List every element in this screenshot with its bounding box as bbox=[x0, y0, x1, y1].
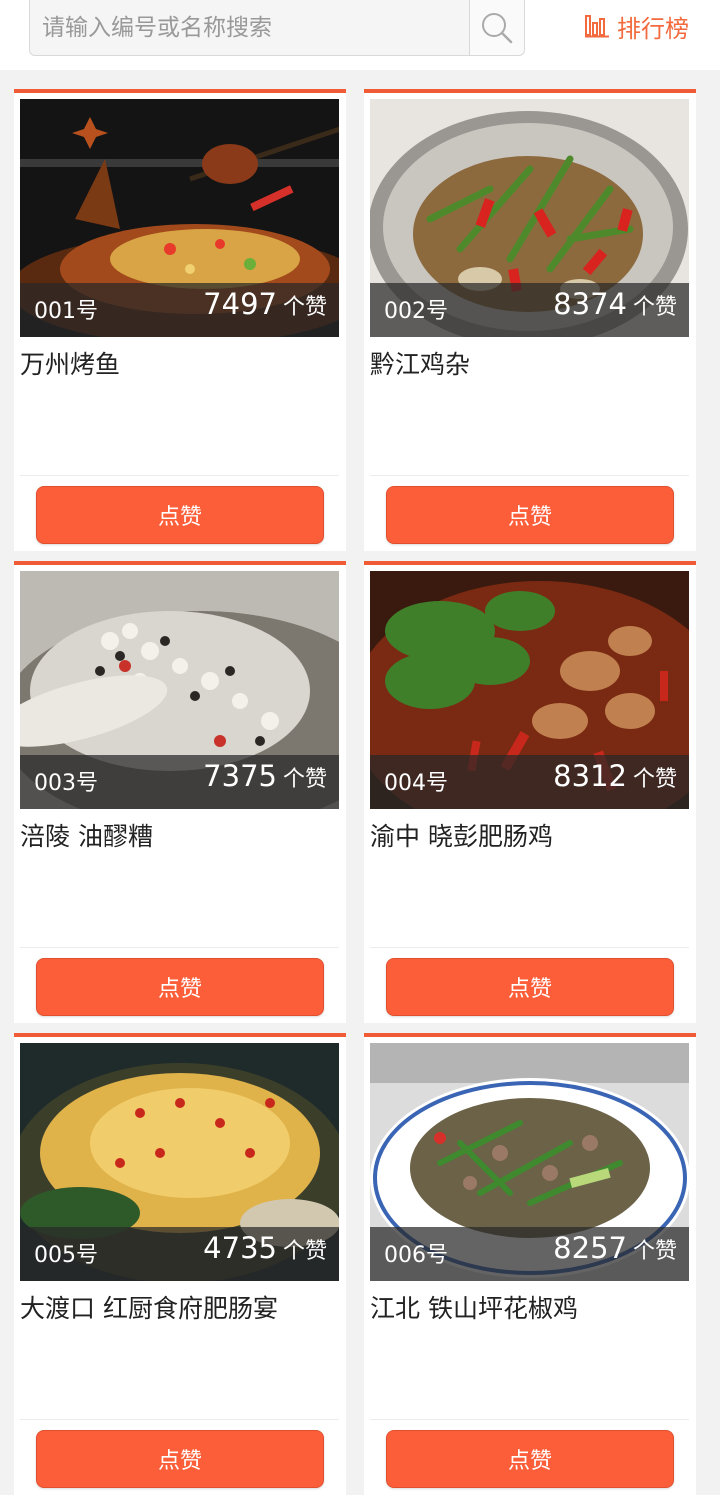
dish-photo[interactable]: 004号 8312 个赞 bbox=[370, 571, 689, 809]
dish-name[interactable]: 大渡口 红厨食府肥肠宴 bbox=[20, 1289, 278, 1325]
like-unit: 个赞 bbox=[632, 1239, 677, 1264]
item-number: 002号 bbox=[384, 299, 448, 324]
like-button[interactable]: 点赞 bbox=[386, 958, 674, 1016]
dish-card: 001号 7497 个赞 万州烤鱼 点赞 bbox=[14, 89, 346, 551]
dish-card: 004号 8312 个赞 渝中 晓彭肥肠鸡 点赞 bbox=[364, 561, 696, 1023]
like-count: 4735 个赞 bbox=[203, 1231, 327, 1265]
photo-caption: 006号 8257 个赞 bbox=[370, 1227, 689, 1281]
like-button[interactable]: 点赞 bbox=[36, 1430, 324, 1488]
divider bbox=[20, 1419, 339, 1420]
divider bbox=[20, 475, 339, 476]
like-count-value: 4735 bbox=[203, 1231, 277, 1265]
like-unit: 个赞 bbox=[282, 295, 327, 320]
dish-photo[interactable]: 003号 7375 个赞 bbox=[20, 571, 339, 809]
item-number: 006号 bbox=[384, 1243, 448, 1268]
photo-caption: 001号 7497 个赞 bbox=[20, 283, 339, 337]
photo-caption: 004号 8312 个赞 bbox=[370, 755, 689, 809]
divider bbox=[20, 947, 339, 948]
like-count-value: 7375 bbox=[203, 759, 277, 793]
like-button[interactable]: 点赞 bbox=[36, 486, 324, 544]
search-input[interactable] bbox=[30, 0, 470, 55]
item-number: 004号 bbox=[384, 771, 448, 796]
like-count: 7497 个赞 bbox=[203, 287, 327, 321]
like-unit: 个赞 bbox=[282, 1239, 327, 1264]
search-box bbox=[29, 0, 525, 56]
dish-name[interactable]: 万州烤鱼 bbox=[20, 345, 120, 381]
divider bbox=[370, 475, 689, 476]
like-count: 8257 个赞 bbox=[553, 1231, 677, 1265]
photo-caption: 002号 8374 个赞 bbox=[370, 283, 689, 337]
item-number: 005号 bbox=[34, 1243, 98, 1268]
like-unit: 个赞 bbox=[282, 767, 327, 792]
dish-name[interactable]: 渝中 晓彭肥肠鸡 bbox=[370, 817, 553, 853]
item-number: 003号 bbox=[34, 771, 98, 796]
search-icon bbox=[482, 12, 513, 43]
dish-card: 005号 4735 个赞 大渡口 红厨食府肥肠宴 点赞 bbox=[14, 1033, 346, 1495]
like-button[interactable]: 点赞 bbox=[386, 486, 674, 544]
search-button[interactable] bbox=[469, 0, 524, 55]
dish-name[interactable]: 涪陵 油醪糟 bbox=[20, 817, 153, 853]
item-number: 001号 bbox=[34, 299, 98, 324]
dish-card: 002号 8374 个赞 黔江鸡杂 点赞 bbox=[364, 89, 696, 551]
photo-caption: 005号 4735 个赞 bbox=[20, 1227, 339, 1281]
dish-card: 006号 8257 个赞 江北 铁山坪花椒鸡 点赞 bbox=[364, 1033, 696, 1495]
like-unit: 个赞 bbox=[632, 767, 677, 792]
divider bbox=[370, 947, 689, 948]
like-unit: 个赞 bbox=[632, 295, 677, 320]
photo-caption: 003号 7375 个赞 bbox=[20, 755, 339, 809]
like-button[interactable]: 点赞 bbox=[36, 958, 324, 1016]
like-count-value: 8257 bbox=[553, 1231, 627, 1265]
bar-chart-icon bbox=[585, 15, 609, 38]
dish-name[interactable]: 江北 铁山坪花椒鸡 bbox=[370, 1289, 578, 1325]
divider bbox=[370, 1419, 689, 1420]
like-count: 8312 个赞 bbox=[553, 759, 677, 793]
dish-photo[interactable]: 005号 4735 个赞 bbox=[20, 1043, 339, 1281]
ranking-label: 排行榜 bbox=[617, 14, 689, 43]
header-bar: 排行榜 bbox=[0, 0, 720, 70]
dish-photo[interactable]: 001号 7497 个赞 bbox=[20, 99, 339, 337]
like-count-value: 7497 bbox=[203, 287, 277, 321]
dish-card: 003号 7375 个赞 涪陵 油醪糟 点赞 bbox=[14, 561, 346, 1023]
like-count: 7375 个赞 bbox=[203, 759, 327, 793]
dish-photo[interactable]: 002号 8374 个赞 bbox=[370, 99, 689, 337]
like-count-value: 8374 bbox=[553, 287, 627, 321]
ranking-link[interactable]: 排行榜 bbox=[585, 8, 689, 44]
dish-name[interactable]: 黔江鸡杂 bbox=[370, 345, 470, 381]
like-count: 8374 个赞 bbox=[553, 287, 677, 321]
dish-photo[interactable]: 006号 8257 个赞 bbox=[370, 1043, 689, 1281]
like-count-value: 8312 bbox=[553, 759, 627, 793]
like-button[interactable]: 点赞 bbox=[386, 1430, 674, 1488]
